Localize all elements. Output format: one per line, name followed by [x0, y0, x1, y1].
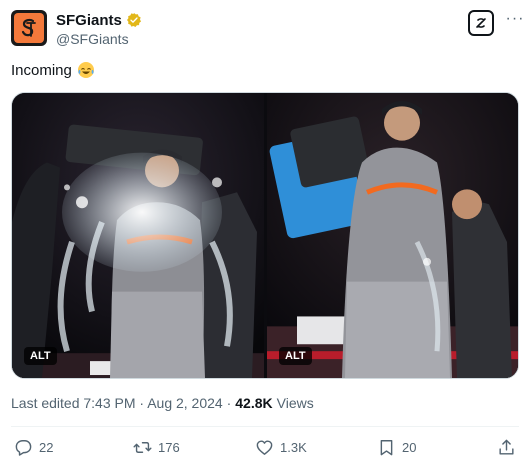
heart-icon — [256, 439, 273, 455]
repost-icon — [133, 441, 152, 453]
views-label: Views — [276, 395, 314, 411]
repost-button[interactable]: 176 — [133, 437, 180, 457]
divider — [11, 426, 519, 427]
like-count: 1.3K — [280, 439, 307, 455]
laughing-tears-emoji-icon — [77, 62, 94, 78]
reply-icon — [15, 439, 32, 456]
tweet-body: Incoming — [11, 61, 72, 79]
alt-badge[interactable]: ALT — [24, 347, 57, 365]
handle[interactable]: @SFGiants — [56, 31, 142, 47]
bookmark-button[interactable]: 20 — [377, 437, 416, 457]
edited-timestamp[interactable]: Last edited 7:43 PM · Aug 2, 2024 · — [11, 395, 231, 411]
like-button[interactable]: 1.3K — [255, 437, 307, 457]
photo-1[interactable]: ALT — [12, 93, 264, 378]
share-icon — [499, 439, 514, 455]
action-bar: 22 176 1.3K 20 — [11, 437, 519, 459]
views-count: 42.8K — [235, 395, 273, 411]
avatar[interactable] — [11, 10, 47, 46]
share-button[interactable] — [497, 437, 516, 457]
bookmark-count: 20 — [402, 439, 417, 455]
verified-badge-icon — [126, 13, 141, 27]
reply-count: 22 — [39, 439, 54, 455]
grok-icon[interactable] — [468, 10, 494, 36]
media-grid: ALT ALT — [11, 92, 519, 379]
sf-giants-logo-icon — [14, 13, 44, 43]
alt-badge[interactable]: ALT — [279, 347, 312, 365]
more-icon[interactable]: ··· — [505, 11, 525, 33]
tweet-meta: Last edited 7:43 PM · Aug 2, 2024 · 42.8… — [11, 395, 314, 411]
photo-2[interactable]: ALT — [267, 93, 518, 378]
tweet-text: Incoming — [11, 61, 95, 79]
author-names: SFGiants @SFGiants — [56, 11, 142, 47]
repost-count: 176 — [158, 439, 180, 455]
bookmark-icon — [380, 439, 393, 455]
display-name[interactable]: SFGiants — [56, 12, 122, 29]
reply-button[interactable]: 22 — [14, 437, 53, 457]
tweet-header: SFGiants @SFGiants ··· — [11, 10, 523, 50]
